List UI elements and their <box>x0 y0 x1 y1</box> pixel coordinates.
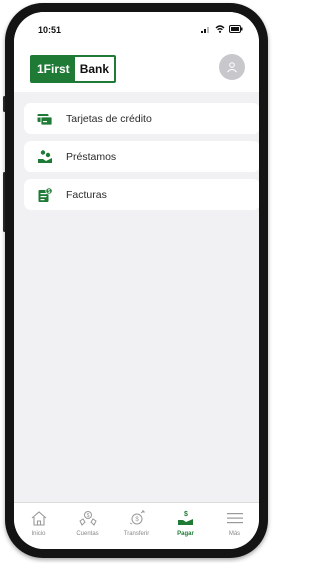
tab-label: Cuentas <box>76 531 99 537</box>
svg-text:$: $ <box>135 517 139 523</box>
menu-item-bills[interactable]: $ Facturas <box>24 179 259 210</box>
home-icon <box>29 509 49 527</box>
bank-logo: 1First Bank <box>30 55 117 83</box>
tab-label: Más <box>228 531 241 537</box>
tab-label: Pagar <box>177 531 194 537</box>
tab-cuentas[interactable]: $ Cuentas <box>63 503 112 549</box>
tab-label: Transferir <box>123 531 150 537</box>
bill-icon: $ <box>36 186 54 204</box>
loan-icon <box>36 148 54 166</box>
status-icons <box>201 25 243 33</box>
menu-item-label: Préstamos <box>66 150 117 163</box>
tab-transferir[interactable]: $ Transferir <box>112 503 161 549</box>
transfer-icon: $ <box>127 509 147 527</box>
svg-text:$: $ <box>48 188 51 194</box>
user-icon <box>227 62 237 73</box>
pay-icon: $ <box>176 509 196 527</box>
menu-item-label: Facturas <box>66 188 107 201</box>
bottom-tab-bar: Inicio $ Cuentas $ Transferir $ Pagar Má… <box>14 502 259 549</box>
tab-pagar[interactable]: $ Pagar <box>161 503 210 549</box>
menu-item-loans[interactable]: Préstamos <box>24 141 259 172</box>
menu-icon <box>225 509 245 527</box>
logo-primary-text: 1First <box>32 57 75 81</box>
battery-icon <box>229 25 243 33</box>
profile-avatar-button[interactable] <box>219 54 245 80</box>
svg-text:$: $ <box>184 511 188 518</box>
accounts-icon: $ <box>78 509 98 527</box>
wifi-icon <box>215 25 225 33</box>
app-header: 10:51 1First Bank <box>14 12 259 92</box>
app-screen: 10:51 1First Bank Tarjetas de crédito Pr… <box>14 12 259 549</box>
menu-item-credit-cards[interactable]: Tarjetas de crédito <box>24 103 259 134</box>
signal-icon <box>201 27 209 33</box>
credit-card-icon <box>36 110 54 128</box>
logo-secondary-text: Bank <box>74 57 115 81</box>
svg-text:$: $ <box>86 513 89 519</box>
status-time: 10:51 <box>38 25 62 35</box>
tab-inicio[interactable]: Inicio <box>14 503 63 549</box>
menu-item-label: Tarjetas de crédito <box>66 112 152 125</box>
tab-label: Inicio <box>31 531 46 537</box>
tab-mas[interactable]: Más <box>210 503 259 549</box>
phone-frame: 10:51 1First Bank Tarjetas de crédito Pr… <box>5 3 268 558</box>
